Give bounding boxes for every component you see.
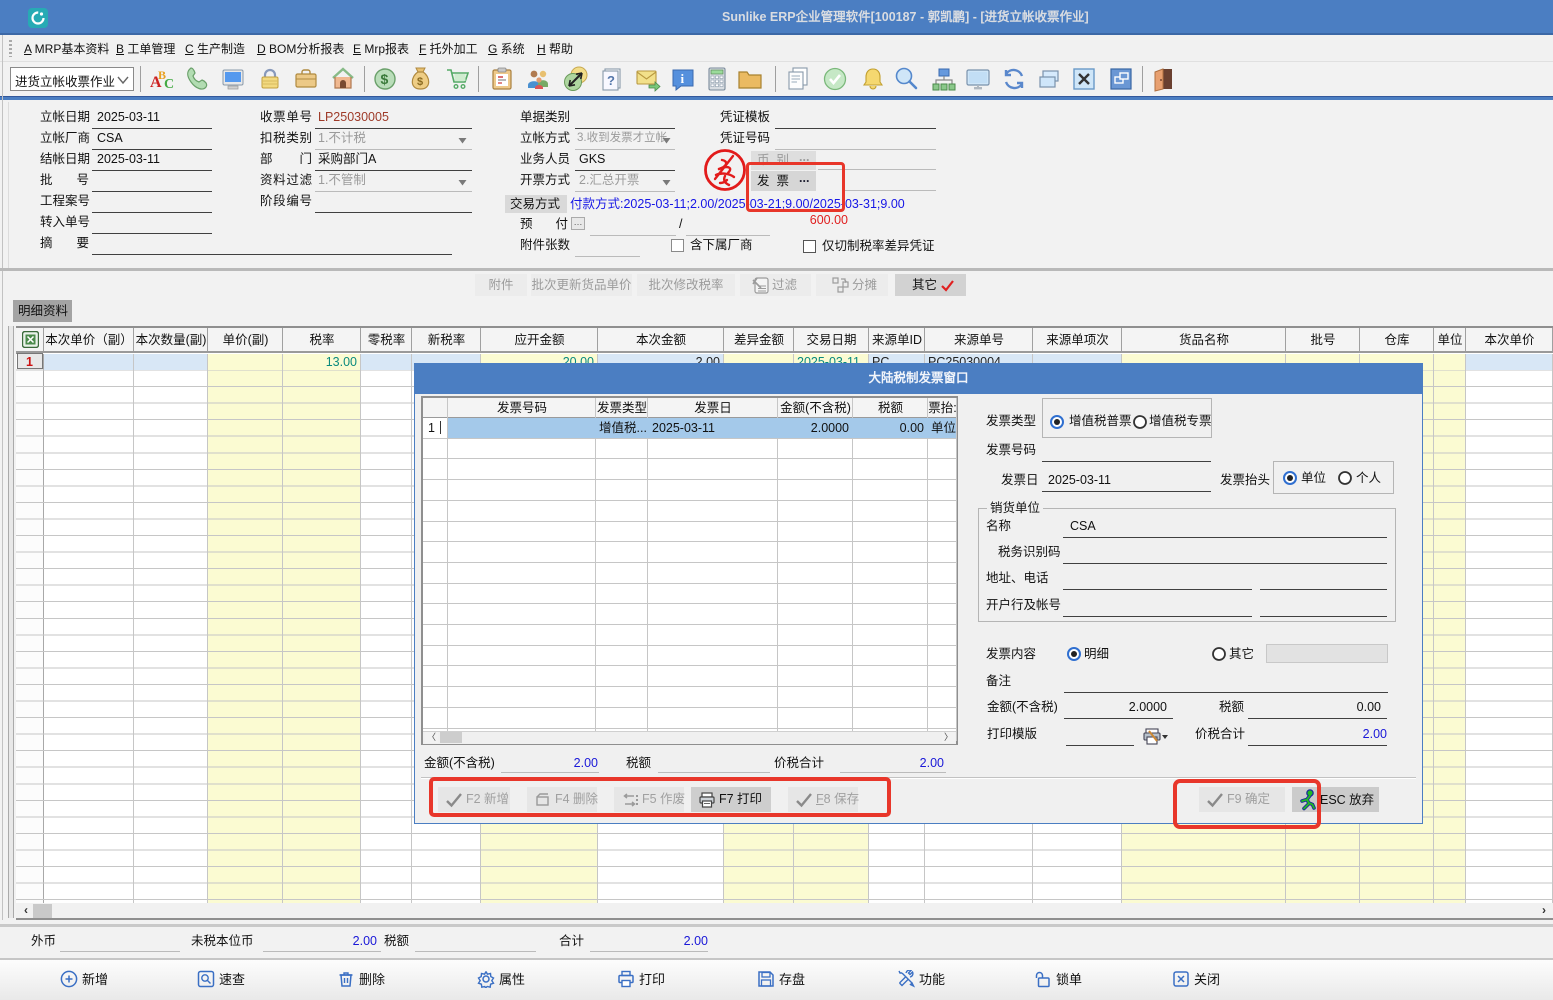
svg-text:$: $ bbox=[381, 71, 389, 87]
svg-text:i: i bbox=[681, 71, 685, 86]
svg-text:?: ? bbox=[607, 73, 615, 88]
svg-text:$: $ bbox=[417, 76, 423, 88]
svg-text:C: C bbox=[164, 77, 174, 92]
